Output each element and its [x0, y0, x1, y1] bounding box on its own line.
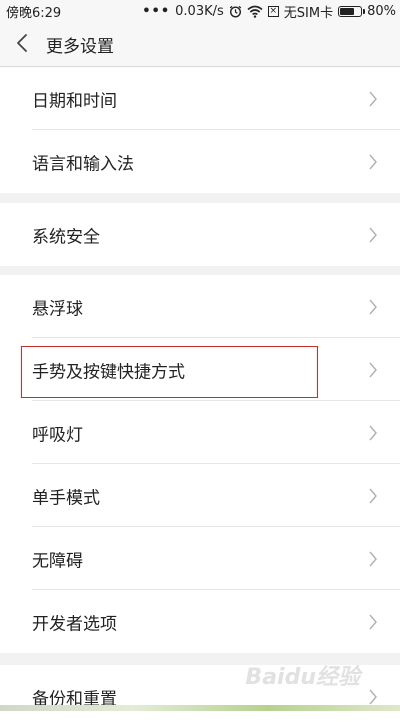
settings-item-label: 日期和时间	[32, 91, 117, 111]
chevron-right-icon	[369, 227, 377, 242]
settings-item-one-hand-mode[interactable]: 单手模式	[0, 464, 400, 527]
chevron-right-icon	[369, 154, 377, 169]
settings-item-label: 系统安全	[32, 227, 100, 247]
status-time: 傍晚6:29	[6, 6, 62, 21]
bottom-image-strip	[0, 705, 400, 711]
settings-item-label: 语言和输入法	[32, 154, 134, 174]
settings-item-language-input[interactable]: 语言和输入法	[0, 130, 400, 193]
settings-item-label: 无障碍	[32, 551, 83, 571]
status-bar: 傍晚6:29 ••• 0.03K/s × 无SIM卡 80%	[0, 0, 400, 21]
settings-item-label: 单手模式	[32, 488, 100, 508]
alarm-icon	[229, 5, 242, 18]
settings-item-accessibility[interactable]: 无障碍	[0, 527, 400, 590]
settings-item-label: 呼吸灯	[32, 425, 83, 445]
settings-item-backup-reset[interactable]: 备份和重置	[0, 665, 400, 728]
no-sim-text: 无SIM卡	[283, 6, 334, 21]
settings-group-3: 悬浮球 手势及按键快捷方式 呼吸灯 单手模式 无障碍 开发者选项	[0, 275, 400, 653]
settings-group-4: 备份和重置	[0, 665, 400, 728]
settings-group-2: 系统安全	[0, 203, 400, 266]
settings-item-label: 手势及按键快捷方式	[32, 362, 185, 382]
settings-item-floating-ball[interactable]: 悬浮球	[0, 275, 400, 338]
back-arrow-icon[interactable]	[12, 32, 34, 54]
chevron-right-icon	[369, 362, 377, 377]
network-speed: 0.03K/s	[175, 4, 224, 19]
chevron-right-icon	[369, 299, 377, 314]
wifi-icon	[247, 5, 263, 18]
chevron-right-icon	[369, 425, 377, 440]
page-title: 更多设置	[46, 37, 114, 57]
settings-item-system-security[interactable]: 系统安全	[0, 203, 400, 266]
no-sim-icon: ×	[267, 6, 279, 17]
settings-item-developer-options[interactable]: 开发者选项	[0, 590, 400, 653]
battery-fill	[340, 8, 355, 15]
notification-dots: •••	[142, 4, 171, 19]
chevron-right-icon	[369, 488, 377, 503]
settings-item-date-time[interactable]: 日期和时间	[0, 67, 400, 130]
chevron-right-icon	[369, 614, 377, 629]
settings-item-gesture-shortcuts[interactable]: 手势及按键快捷方式	[0, 338, 400, 401]
status-icons: ••• 0.03K/s × 无SIM卡 80%	[142, 2, 396, 21]
settings-item-breathing-light[interactable]: 呼吸灯	[0, 401, 400, 464]
settings-group-1: 日期和时间 语言和输入法	[0, 67, 400, 193]
title-bar: 更多设置	[0, 20, 400, 67]
chevron-right-icon	[369, 91, 377, 106]
chevron-right-icon	[369, 551, 377, 566]
battery-percent: 80%	[367, 4, 396, 19]
chevron-right-icon	[369, 689, 377, 704]
battery-icon	[338, 6, 366, 17]
settings-item-label: 开发者选项	[32, 614, 117, 634]
settings-item-label: 悬浮球	[32, 299, 83, 319]
